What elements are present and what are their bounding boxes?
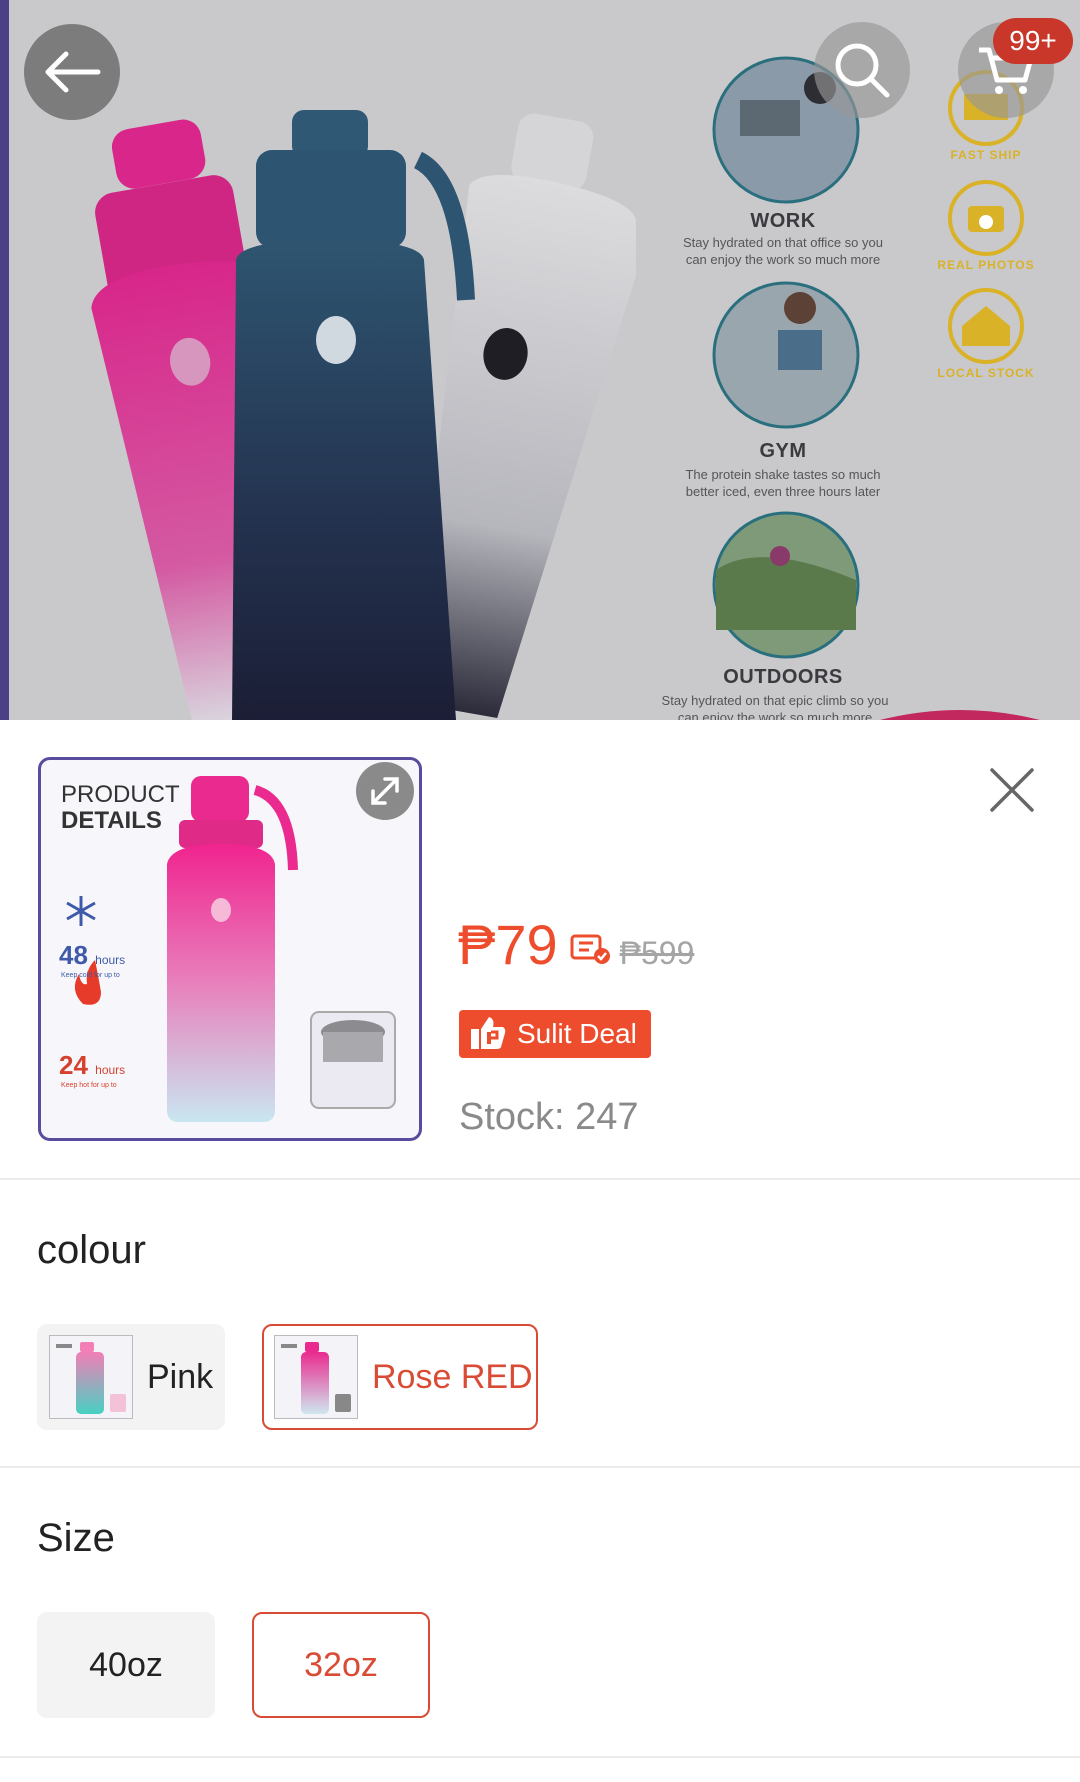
badge-fast-ship: FAST SHIP xyxy=(950,148,1022,162)
cold-hours-unit: hours xyxy=(95,953,126,967)
snowflake-icon xyxy=(66,896,96,926)
expand-image-button[interactable] xyxy=(356,762,414,820)
hot-hours: 24 hours xyxy=(59,1050,125,1081)
colour-section-title: colour xyxy=(37,1228,146,1272)
deal-label: Sulit Deal xyxy=(517,1018,637,1049)
sulit-deal-badge: Sulit Deal xyxy=(459,1010,651,1058)
cold-hours-value: 48 xyxy=(59,940,88,970)
colour-option-label: Pink xyxy=(147,1357,214,1396)
divider xyxy=(0,1756,1080,1758)
activity-work-title: WORK xyxy=(750,210,816,232)
size-option-label: 32oz xyxy=(304,1645,378,1684)
cart-count-badge: 99+ xyxy=(993,18,1073,64)
size-option-32oz[interactable]: 32oz xyxy=(252,1612,430,1718)
colour-option-label: Rose RED xyxy=(372,1357,533,1396)
expand-icon xyxy=(371,777,399,805)
back-button[interactable] xyxy=(24,24,120,120)
colour-option-rose-red[interactable]: Rose RED xyxy=(262,1324,538,1430)
colour-option-pink[interactable]: Pink xyxy=(37,1324,225,1430)
hot-hours-unit: hours xyxy=(95,1063,126,1077)
close-button[interactable] xyxy=(982,760,1042,820)
arrow-left-icon xyxy=(45,51,101,93)
voucher-check-icon xyxy=(570,932,612,969)
bottles-illustration xyxy=(91,56,1040,720)
blue-bottle xyxy=(232,110,475,720)
badge-local-stock: LOCAL STOCK xyxy=(937,366,1035,380)
hot-hours-value: 24 xyxy=(59,1050,88,1080)
divider xyxy=(0,1466,1080,1468)
banner-edge xyxy=(0,0,9,720)
size-option-40oz[interactable]: 40oz xyxy=(37,1612,215,1718)
size-section-title: Size xyxy=(37,1516,115,1560)
activity-gym-title: GYM xyxy=(759,440,807,462)
original-price: ₱599 xyxy=(619,935,695,971)
cold-hours-sub: Keep cold for up to xyxy=(61,972,120,979)
close-icon xyxy=(990,768,1034,812)
divider xyxy=(0,1178,1080,1180)
activity-outdoors-desc: Stay hydrated on that epic climb so you … xyxy=(661,693,889,720)
rose-red-variant-thumbnail xyxy=(274,1335,358,1419)
stock-count: Stock: 247 xyxy=(459,1096,639,1138)
current-price: ₱79 xyxy=(458,913,558,976)
thumbs-up-icon xyxy=(469,1015,507,1053)
product-image-banner[interactable]: WORK Stay hydrated on that office so you… xyxy=(0,0,1080,720)
search-icon xyxy=(835,43,890,98)
search-button[interactable] xyxy=(814,22,910,118)
cold-hours: 48 hours xyxy=(59,940,125,971)
product-thumbnail[interactable]: PRODUCT DETAILS 48 hours Keep cold for u… xyxy=(38,757,422,1141)
badge-real-photos: REAL PHOTOS xyxy=(937,258,1035,272)
hot-hours-sub: Keep hot for up to xyxy=(61,1082,117,1089)
activity-gym-desc: The protein shake tastes so much better … xyxy=(685,467,881,499)
activity-work-desc: Stay hydrated on that office so you can … xyxy=(683,235,883,267)
pink-variant-thumbnail xyxy=(49,1335,133,1419)
size-option-label: 40oz xyxy=(89,1645,163,1684)
sku-selection-sheet: PRODUCT DETAILS 48 hours Keep cold for u… xyxy=(0,720,1080,1782)
activity-outdoors-title: OUTDOORS xyxy=(723,666,843,688)
price-row: ₱79 ₱599 xyxy=(458,912,694,977)
